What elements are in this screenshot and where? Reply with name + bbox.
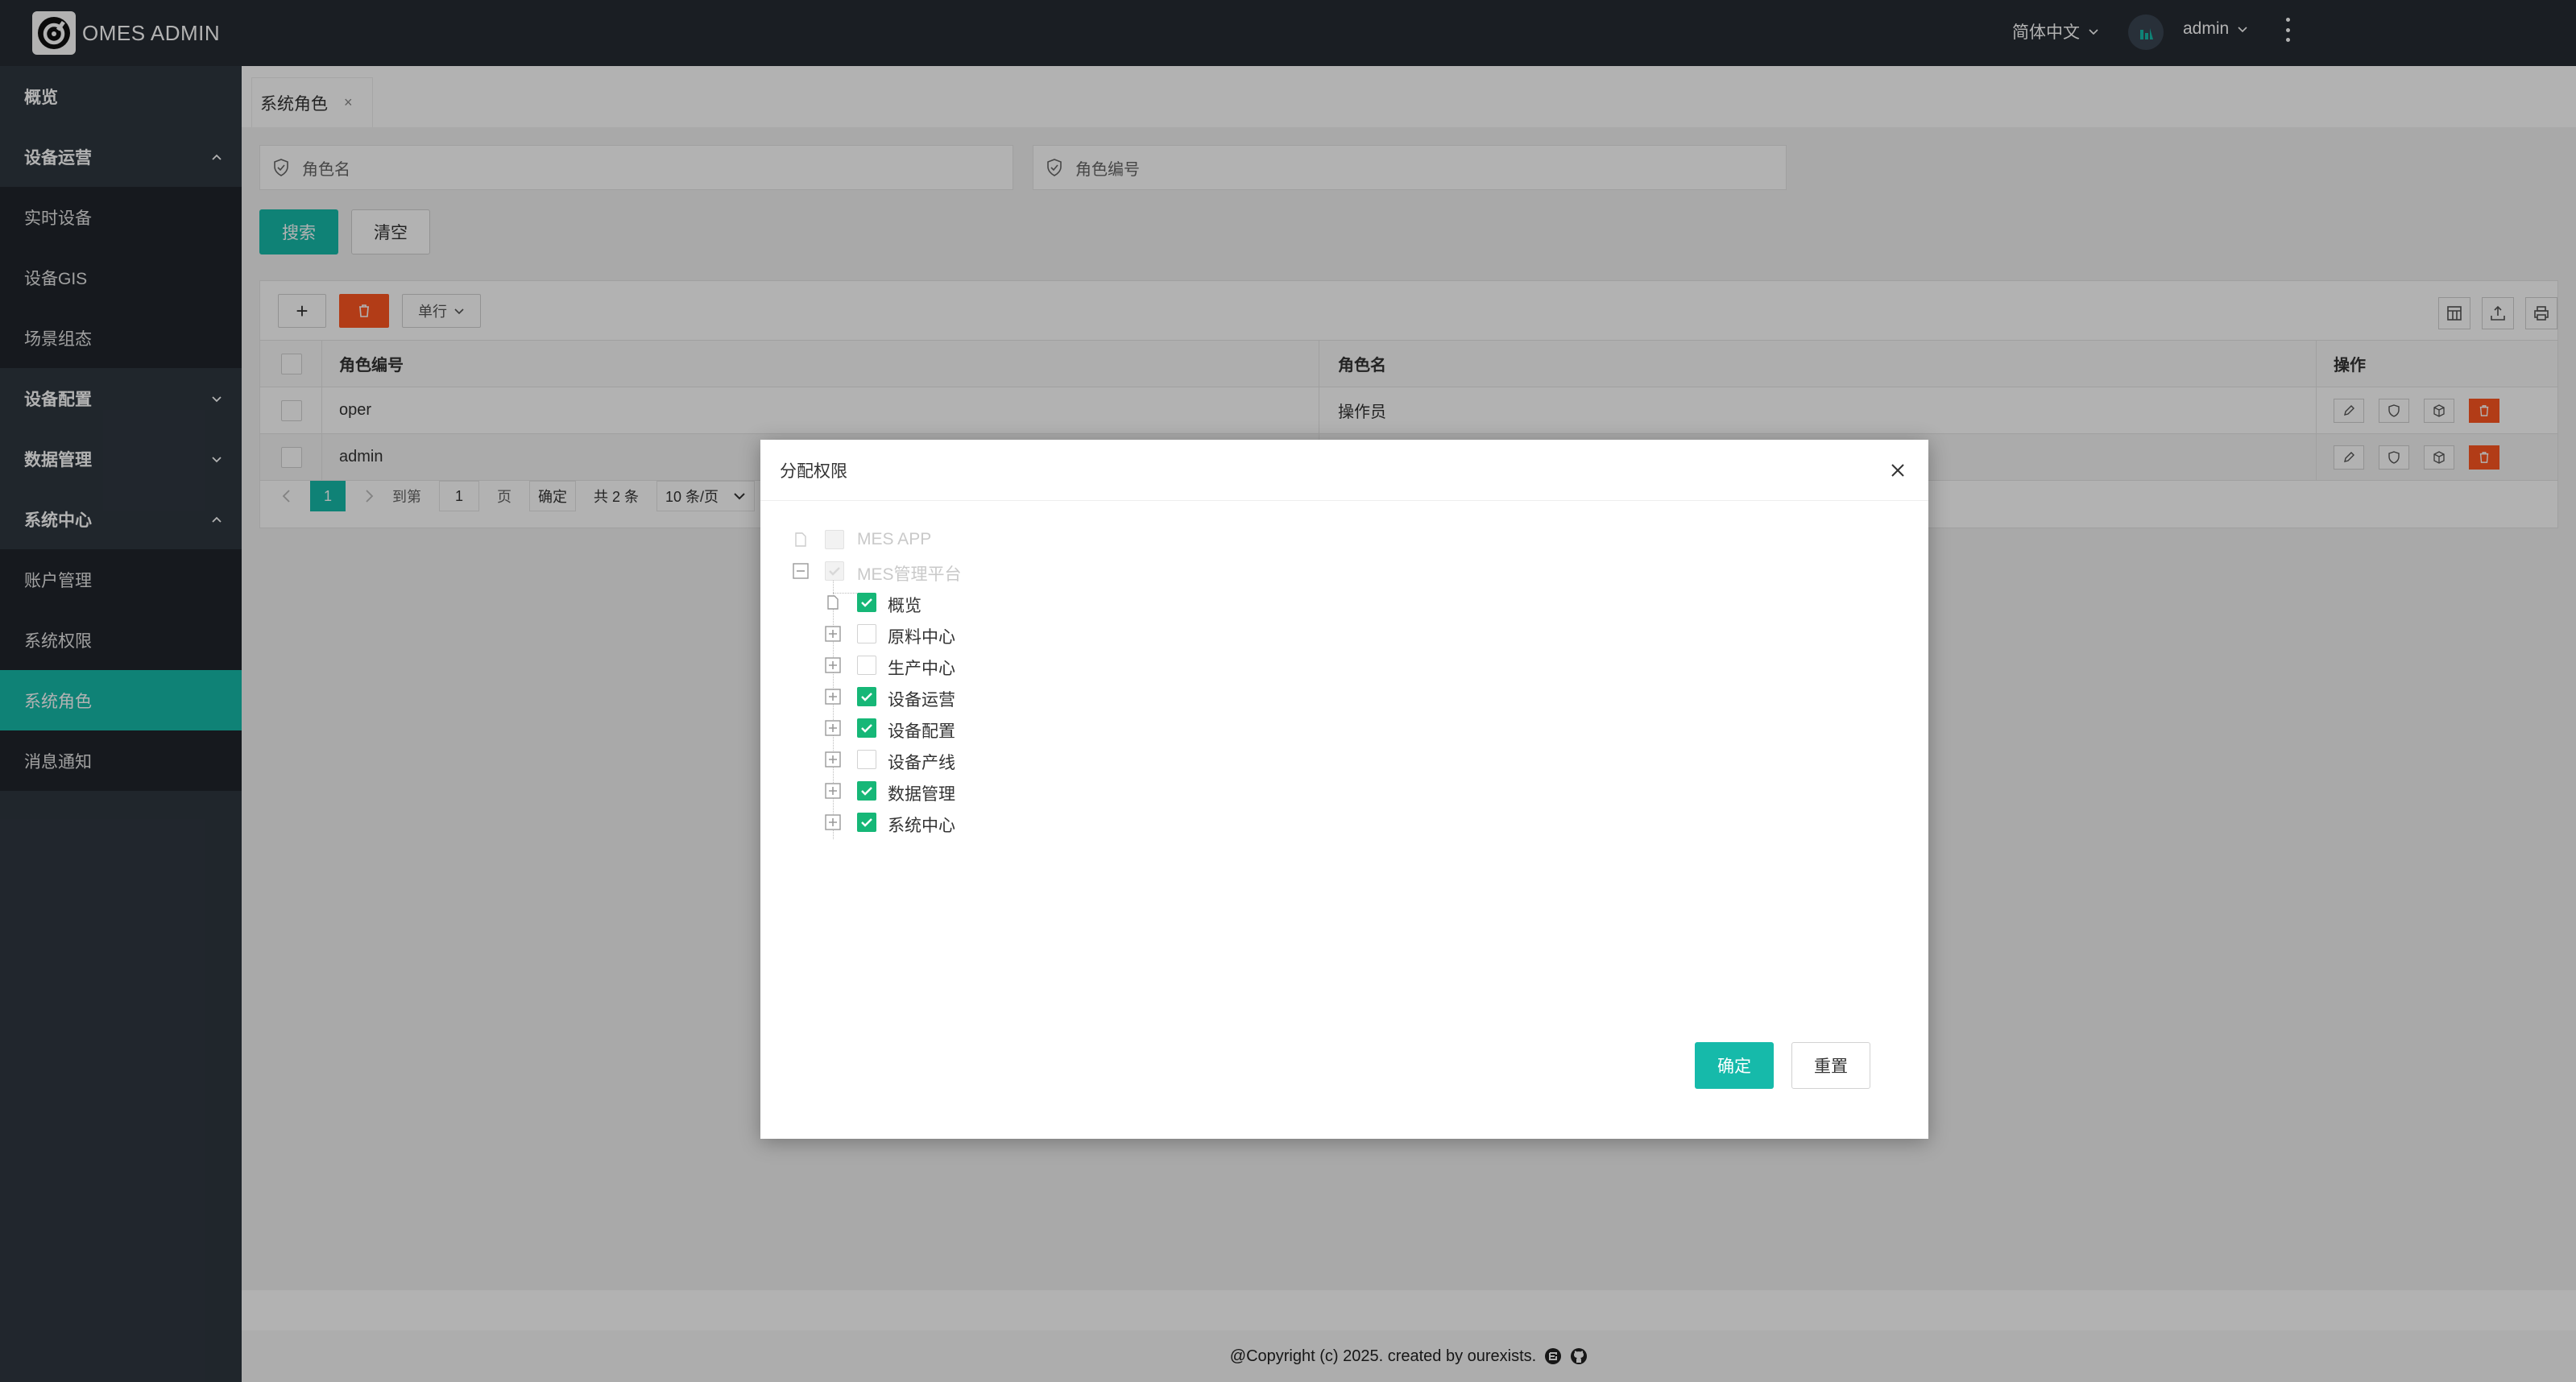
dialog-header: 分配权限 xyxy=(760,440,1928,501)
file-icon xyxy=(795,532,806,547)
collapse-icon[interactable] xyxy=(793,563,809,579)
check-icon xyxy=(861,598,872,607)
expand-icon[interactable] xyxy=(825,751,841,768)
check-icon xyxy=(861,787,872,796)
tree-node-label: 生产中心 xyxy=(888,660,955,678)
expand-icon[interactable] xyxy=(825,626,841,642)
file-icon xyxy=(827,595,839,610)
tree-checkbox[interactable] xyxy=(857,593,876,612)
check-icon xyxy=(829,567,840,576)
check-icon xyxy=(861,724,872,733)
tree-node-label: 设备运营 xyxy=(888,691,955,710)
tree-node-label: 设备产线 xyxy=(888,754,955,772)
expand-icon[interactable] xyxy=(825,657,841,673)
dialog-title: 分配权限 xyxy=(780,461,847,481)
tree-checkbox xyxy=(825,561,844,581)
tree-node-label: 设备配置 xyxy=(888,722,955,741)
expand-icon[interactable] xyxy=(825,720,841,736)
tree-node-label: MES管理平台 xyxy=(857,565,962,584)
tree-node-label: 概览 xyxy=(888,597,921,615)
expand-icon[interactable] xyxy=(825,783,841,799)
tree-checkbox[interactable] xyxy=(857,718,876,738)
check-icon xyxy=(861,818,872,827)
reset-button[interactable]: 重置 xyxy=(1791,1042,1870,1089)
tree-node-label: MES APP xyxy=(857,530,932,548)
close-icon[interactable] xyxy=(1888,461,1907,480)
tree-node-label: 原料中心 xyxy=(888,628,955,647)
tree-checkbox[interactable] xyxy=(857,813,876,832)
tree-checkbox[interactable] xyxy=(857,687,876,706)
expand-icon[interactable] xyxy=(825,689,841,705)
tree-checkbox[interactable] xyxy=(857,750,876,769)
tree-checkbox[interactable] xyxy=(857,624,876,643)
tree-node-label: 系统中心 xyxy=(888,817,955,835)
tree-checkbox[interactable] xyxy=(857,656,876,675)
tree-checkbox[interactable] xyxy=(857,781,876,801)
expand-icon[interactable] xyxy=(825,814,841,830)
tree-checkbox xyxy=(825,530,844,549)
assign-permissions-dialog: 分配权限 MES APP MES管理平台 概览 原料中心 生产中心 设备运营 设… xyxy=(760,440,1928,1139)
tree-node-label: 数据管理 xyxy=(888,785,955,804)
confirm-button[interactable]: 确定 xyxy=(1695,1042,1774,1089)
check-icon xyxy=(861,693,872,701)
